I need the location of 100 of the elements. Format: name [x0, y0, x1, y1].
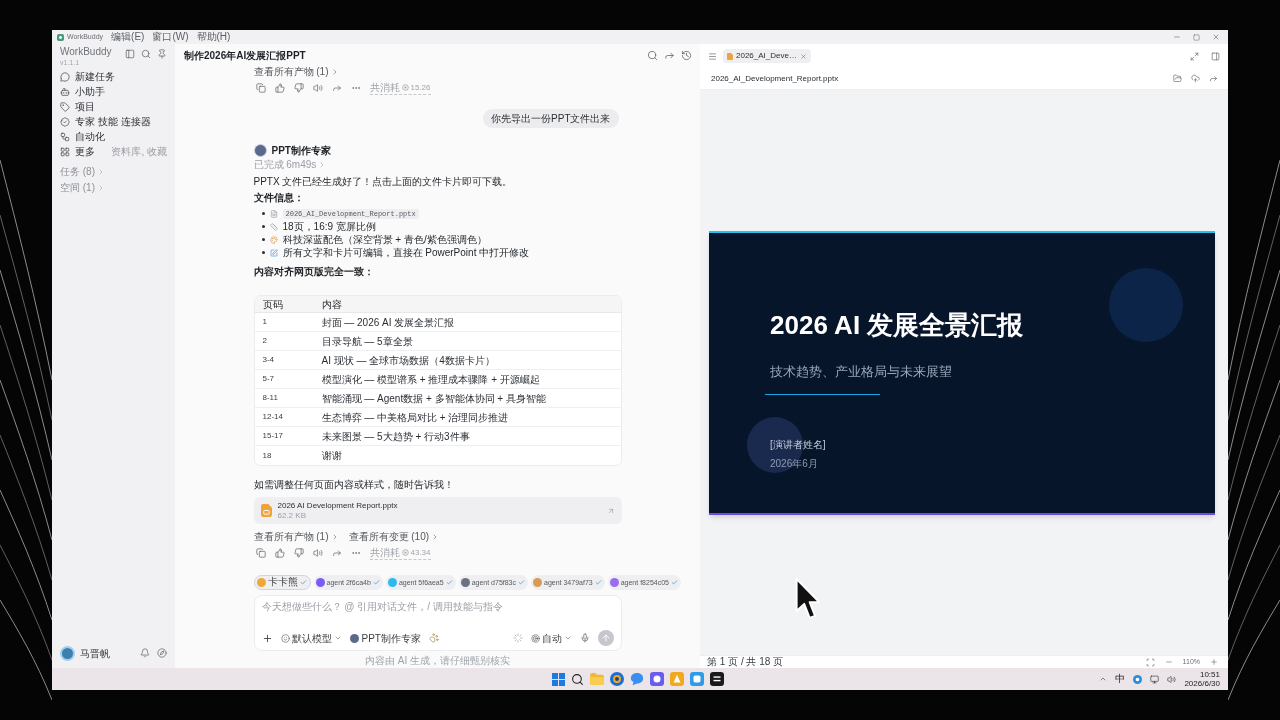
- agent-selector[interactable]: PPT制作专家: [349, 630, 421, 646]
- app-tile-icon[interactable]: [670, 672, 684, 686]
- app-tile-icon[interactable]: [710, 672, 724, 686]
- file-name: 2026 AI Development Report.pptx: [277, 501, 398, 511]
- nav-item[interactable]: 专家 技能 连接器: [60, 114, 167, 129]
- fit-screen-icon[interactable]: [1145, 657, 1155, 667]
- table-cell-text: 18: [261, 449, 273, 462]
- credits-value: 15.26: [410, 81, 431, 94]
- chevron-up-icon[interactable]: [1099, 675, 1108, 683]
- app-tile-icon[interactable]: [650, 672, 664, 686]
- nav-item[interactable]: 新建任务: [60, 69, 167, 84]
- speaker-icon[interactable]: [312, 548, 323, 558]
- conversation-title: 制作2026年AI发展汇报PPT: [184, 48, 306, 63]
- ring-icon[interactable]: [1133, 674, 1143, 684]
- nav-item[interactable]: 项目: [60, 99, 167, 114]
- thumbs-down-icon[interactable]: [293, 548, 304, 558]
- robot-icon: [60, 86, 70, 97]
- input-method-indicator[interactable]: 中: [1115, 673, 1126, 685]
- zoom-in-icon[interactable]: [1210, 658, 1218, 666]
- app-tile-icon[interactable]: [690, 672, 704, 686]
- list-item-text: 科技深蓝配色（深空背景 + 青色/紫色强调色）: [282, 233, 487, 246]
- agent-name: PPT制作专家: [271, 143, 331, 158]
- mouse-pointer-icon: [795, 577, 821, 621]
- close-icon[interactable]: [799, 52, 807, 60]
- presentation-date: 2026年6月: [770, 458, 819, 470]
- copy-icon[interactable]: [255, 548, 266, 558]
- page-status: 第 1 页 / 共 18 页: [707, 656, 784, 668]
- close-icon[interactable]: [1212, 33, 1220, 41]
- table-cell-text: 智能涌现 — Agent数据 + 多智能体协同 + 具身智能: [321, 391, 546, 406]
- menu-item[interactable]: 编辑(E): [111, 31, 145, 43]
- zoom-out-icon[interactable]: [1164, 658, 1173, 666]
- link[interactable]: 查看所有变更 (10): [348, 531, 440, 543]
- menu-item[interactable]: 窗口(W): [152, 31, 189, 43]
- copy-icon[interactable]: [255, 83, 266, 93]
- smile-icon: [280, 633, 290, 643]
- monitor-icon[interactable]: [1150, 674, 1160, 684]
- table-cell-text: 12-14: [261, 411, 284, 423]
- column-header: 内容: [321, 297, 342, 312]
- arrow-up-icon: [600, 633, 611, 643]
- edit-icon: [269, 248, 278, 257]
- history-icon[interactable]: [681, 49, 692, 61]
- bell-icon[interactable]: [140, 648, 150, 658]
- model-selector[interactable]: 默认模型: [280, 630, 342, 646]
- file-card[interactable]: 2026 AI Development Report.pptx 62.2 KB: [253, 497, 622, 524]
- search-icon[interactable]: [571, 672, 584, 686]
- nav-item[interactable]: 小助手: [60, 84, 167, 99]
- cloud-upload-icon[interactable]: [1191, 74, 1200, 83]
- thumbs-up-icon[interactable]: [274, 548, 285, 558]
- nav-item[interactable]: 自动化: [60, 129, 167, 144]
- side-panel-icon[interactable]: [1211, 51, 1220, 61]
- composer-panel[interactable]: 今天想做些什么？ @ 引用对话文件，/ 调用技能与指令 默认模型 PPT制作专家 自动: [253, 595, 622, 651]
- share-icon[interactable]: [331, 548, 342, 558]
- folder-icon[interactable]: [590, 673, 604, 685]
- bullet-icon: [261, 225, 265, 228]
- compass-icon[interactable]: [157, 648, 167, 658]
- menu-icon[interactable]: [708, 51, 717, 61]
- artifacts-link[interactable]: 查看所有产物 (1): [253, 66, 622, 78]
- menu-item[interactable]: 帮助(H): [196, 31, 231, 43]
- app-logo-icon: [57, 33, 64, 41]
- message-input[interactable]: 今天想做些什么？ @ 引用对话文件，/ 调用技能与指令: [261, 600, 614, 622]
- share-icon[interactable]: [331, 83, 342, 93]
- speaker-icon[interactable]: [312, 83, 323, 93]
- speaker-icon[interactable]: [1167, 674, 1177, 684]
- windows-logo-icon[interactable]: [552, 672, 565, 686]
- send-button[interactable]: [597, 630, 614, 646]
- share-icon[interactable]: [1209, 74, 1218, 83]
- link[interactable]: 查看所有产物 (1): [253, 531, 339, 543]
- nav-item[interactable]: 更多 资料库, 收藏: [60, 144, 167, 159]
- ring-logo-icon[interactable]: [610, 672, 624, 686]
- table-cell-text: 15-17: [261, 430, 284, 442]
- table-cell-text: 3-4: [261, 354, 276, 366]
- file-tab[interactable]: 2026_AI_Deve…: [723, 49, 811, 63]
- list-item-text: 所有文字和卡片可编辑，直接在 PowerPoint 中打开修改: [282, 246, 530, 259]
- arrow-up-right-icon: [606, 506, 615, 515]
- table-cell-text: 8-11: [261, 392, 279, 404]
- reply-text: PPTX 文件已经生成好了！点击上面的文件卡片即可下载。: [253, 176, 514, 188]
- column-header: 页码: [261, 297, 284, 312]
- folder-icon[interactable]: [1173, 74, 1182, 83]
- bullet-icon: [261, 238, 265, 241]
- minimize-icon[interactable]: [1173, 33, 1181, 41]
- maximize-icon[interactable]: [1193, 33, 1200, 41]
- mode-selector[interactable]: 自动: [530, 630, 572, 646]
- microphone-icon[interactable]: [579, 633, 590, 643]
- chat-bubble-icon: [60, 71, 70, 82]
- chat-bubble-icon[interactable]: [630, 672, 644, 686]
- thumbs-up-icon[interactable]: [274, 83, 285, 93]
- plus-icon[interactable]: [261, 632, 273, 644]
- agent-chip[interactable]: 卡卡熊: [253, 574, 311, 590]
- workflow-icon: [60, 131, 70, 142]
- thumbs-down-icon[interactable]: [293, 83, 304, 93]
- paw-print-icon[interactable]: [428, 633, 439, 643]
- slide-title: 2026 AI 发展全景汇报: [770, 308, 1025, 341]
- sidebar-toggle-icon[interactable]: [125, 49, 135, 59]
- table-cell-text: 1: [261, 316, 268, 328]
- user-avatar[interactable]: [60, 645, 75, 661]
- nav-item-hint: 资料库, 收藏: [111, 145, 167, 158]
- slide-subtitle: 技术趋势、产业格局与未来展望: [770, 363, 953, 380]
- agent-avatar-icon: [349, 633, 359, 643]
- pin-icon[interactable]: [157, 49, 167, 59]
- expand-icon[interactable]: [1190, 51, 1199, 61]
